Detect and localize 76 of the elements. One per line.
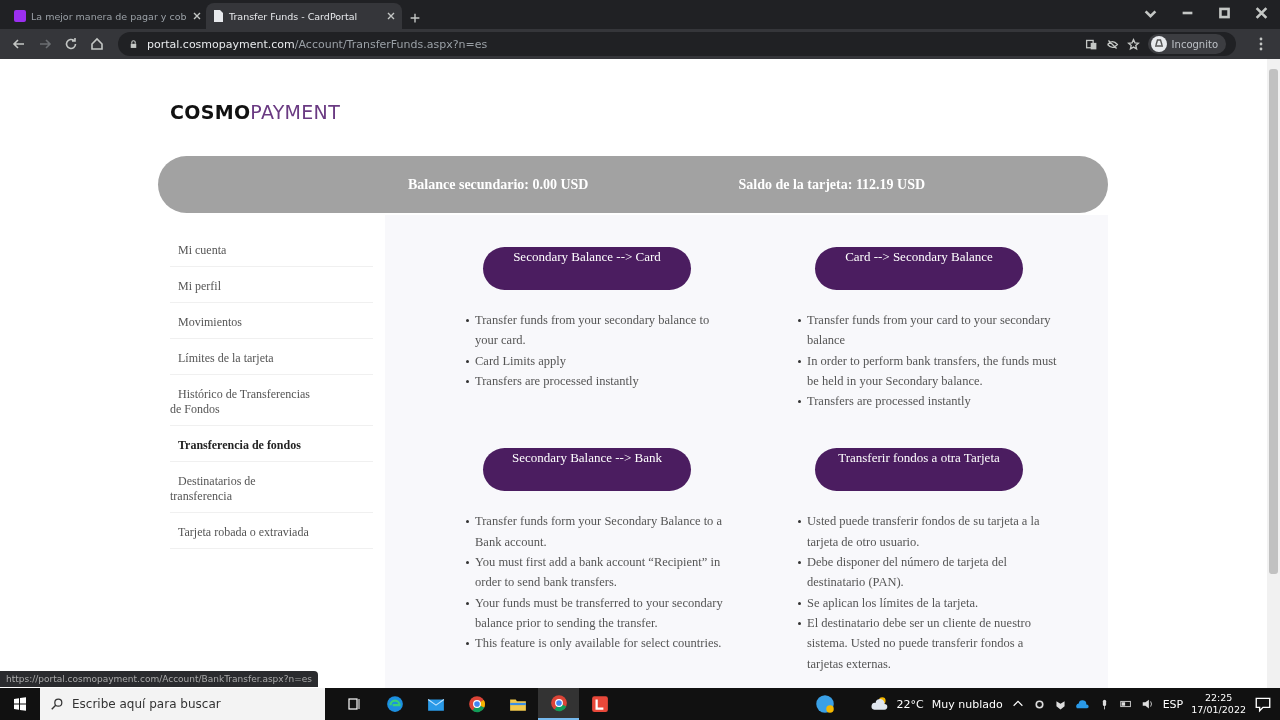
bullet-text: Transfer funds from your secondary balance to your card. xyxy=(475,312,711,350)
browser-tab[interactable]: La mejor manera de pagar y cob xyxy=(8,3,204,29)
bullet-text: Transfers are processed instantly xyxy=(807,393,971,411)
bullet-text: This feature is only available for select countries. xyxy=(475,635,722,653)
bullet-text: You must first add a bank account “Recipient” in order to send bank transfers. xyxy=(475,554,722,592)
bullet-text: El destinatario debe ser un cliente de nuestro sistema. Usted no puede transferir fondos a tarjetas externas. xyxy=(807,614,1032,673)
bullet-icon xyxy=(466,520,469,524)
logo: COSMOPAYMENT xyxy=(170,101,341,123)
bullet-text: Your funds must be transferred to your secondary balance prior to sending the transfer. xyxy=(475,594,724,632)
search-field[interactable]: Escribe aquí para buscar xyxy=(40,688,325,720)
sidebar-link[interactable]: Transferencia de fondos xyxy=(170,432,373,462)
bullet-icon xyxy=(466,642,469,646)
profile-button[interactable]: Incognito xyxy=(1147,34,1226,54)
sidebar-link[interactable]: Movimientos xyxy=(170,309,373,339)
bullet-icon xyxy=(466,319,469,322)
transfer-button[interactable]: Transferir fondos a otra Tarjeta xyxy=(815,448,1023,492)
browser-tab[interactable]: Transfer Funds - CardPortal xyxy=(206,3,402,29)
bullet-icon xyxy=(466,359,469,363)
bullet-icon xyxy=(798,561,801,565)
windows-icon[interactable] xyxy=(12,696,28,712)
transfer-button[interactable]: Secondary Balance --> Bank xyxy=(483,448,691,492)
chrome-icon[interactable] xyxy=(549,694,568,712)
app-icon xyxy=(14,10,26,22)
cloud-icon[interactable] xyxy=(870,695,889,713)
bullet-text: Transfer funds from your card to your secondary balance xyxy=(807,312,1052,350)
star-icon[interactable] xyxy=(1126,37,1140,51)
address-bar[interactable]: portal.cosmopayment.com/Account/TransferFunds.aspx?n=es Incognito xyxy=(118,32,1236,56)
bullet-icon xyxy=(466,601,469,605)
new-tab-icon[interactable] xyxy=(408,11,422,25)
bullet-icon xyxy=(798,400,801,404)
clock[interactable]: 22:25 17/01/2022 xyxy=(1191,692,1246,716)
lock-icon xyxy=(128,38,139,50)
bullet-text: Debe disponer del número de tarjeta del destinatario (PAN). xyxy=(807,554,1008,592)
bullet-icon xyxy=(466,561,469,565)
transfer-button[interactable]: Card --> Secondary Balance xyxy=(815,247,1023,290)
balance-text: Balance secundario: 0.00 USD xyxy=(408,176,589,193)
sidebar-link[interactable]: Mi cuenta xyxy=(170,237,373,267)
incognito-icon xyxy=(1150,36,1167,52)
bullet-icon xyxy=(798,601,801,605)
document-icon xyxy=(212,10,224,22)
language-indicator[interactable]: ESP xyxy=(1162,697,1184,711)
browser-swirl-icon[interactable] xyxy=(385,695,404,713)
bullet-text: Se aplican los límites de la tarjeta. xyxy=(807,594,979,612)
home-icon[interactable] xyxy=(89,36,105,52)
eye-slash-icon[interactable] xyxy=(1105,37,1119,51)
close-icon[interactable] xyxy=(386,11,396,21)
bullet-text: Card Limits apply xyxy=(475,352,566,370)
transfer-button[interactable]: Secondary Balance --> Card xyxy=(483,247,691,290)
bullet-icon xyxy=(466,379,469,383)
reload-icon[interactable] xyxy=(63,36,79,52)
notification-icon[interactable] xyxy=(1254,695,1272,713)
app-icon[interactable] xyxy=(590,695,609,713)
status-url: https://portal.cosmopayment.com/Account/BankTransfer.aspx?n=es xyxy=(0,671,318,687)
sidebar-link[interactable]: Histórico de Transferencias de Fondos xyxy=(170,381,373,426)
bullet-icon xyxy=(798,359,801,363)
bullet-icon xyxy=(798,621,801,625)
weather-text: Muy nublado xyxy=(931,697,1003,711)
sidebar-link[interactable]: Tarjeta robada o extraviada xyxy=(170,519,373,549)
scrollbar[interactable] xyxy=(1267,59,1280,688)
translate-icon[interactable] xyxy=(1084,37,1098,51)
bullet-text: Transfers are processed instantly xyxy=(475,372,639,390)
balance-text: Saldo de la tarjeta: 112.19 USD xyxy=(738,176,926,193)
chrome-icon[interactable] xyxy=(467,695,486,713)
url-text: portal.cosmopayment.com/Account/TransferFunds.aspx?n=es xyxy=(147,37,488,51)
bullet-text: Transfer funds form your Secondary Balance to a Bank account. xyxy=(475,513,724,551)
speaker-icon[interactable] xyxy=(1140,697,1155,711)
bullet-text: Usted puede transferir fondos de su tarjeta a la tarjeta de otro usuario. xyxy=(807,513,1041,551)
close-icon[interactable] xyxy=(191,11,202,21)
bullet-text: In order to perform bank transfers, the funds must be held in your Secondary balance. xyxy=(807,352,1058,390)
bullet-icon xyxy=(798,520,801,524)
task-view-icon[interactable] xyxy=(345,696,362,712)
bullet-icon xyxy=(798,319,801,322)
sidebar-link[interactable]: Mi perfil xyxy=(170,273,373,303)
sidebar-link[interactable]: Límites de la tarjeta xyxy=(170,345,373,375)
temperature: 22°C xyxy=(896,697,924,711)
sidebar-link[interactable]: Destinatarios de transferencia xyxy=(170,468,373,513)
